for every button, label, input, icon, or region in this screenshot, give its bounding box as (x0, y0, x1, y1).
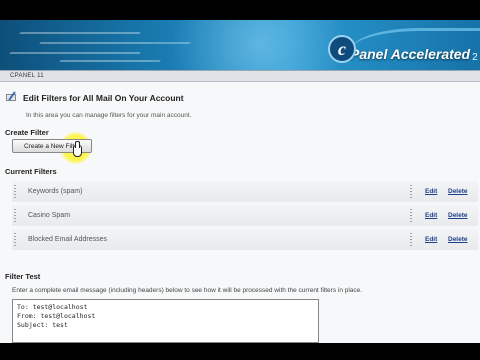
page-intro: In this area you can manage filters for … (26, 112, 192, 119)
filter-row: Blocked Email Addresses Edit Delete (12, 229, 478, 250)
drag-handle-icon[interactable] (410, 185, 412, 198)
filter-row: Casino Spam Edit Delete (12, 205, 478, 226)
cpanel-header-banner: c Panel Accelerated 2 (0, 20, 480, 70)
filter-test-message-input[interactable]: To: test@localhost From: test@localhost … (12, 299, 319, 343)
filter-test-heading: Filter Test (5, 272, 41, 281)
edit-filter-link[interactable]: Edit (425, 188, 437, 195)
create-filter-heading: Create Filter (5, 128, 49, 137)
delete-filter-link[interactable]: Delete (448, 236, 468, 243)
filter-name: Keywords (spam) (28, 188, 83, 195)
page-title: Edit Filters for All Mail On Your Accoun… (23, 92, 184, 103)
drag-handle-icon[interactable] (14, 185, 16, 198)
edit-filter-link[interactable]: Edit (425, 236, 437, 243)
filter-row: Keywords (spam) Edit Delete (12, 181, 478, 202)
breadcrumb: CPANEL 11 (0, 70, 480, 82)
drag-handle-icon[interactable] (410, 233, 412, 246)
filter-list: Keywords (spam) Edit Delete Casino Spam … (12, 181, 478, 253)
filter-name: Casino Spam (28, 212, 71, 219)
cpanel-logo-text: Panel Accelerated (350, 46, 471, 62)
main-content: Edit Filters for All Mail On Your Accoun… (0, 82, 480, 343)
mail-filter-icon (6, 91, 17, 103)
filter-name: Blocked Email Addresses (28, 236, 107, 243)
drag-handle-icon[interactable] (410, 209, 412, 222)
edit-filter-link[interactable]: Edit (425, 212, 437, 219)
filter-test-description: Enter a complete email message (includin… (12, 287, 363, 294)
pointer-hand-icon (73, 141, 82, 157)
cpanel-logo: c Panel Accelerated 2 (328, 32, 478, 66)
message-line: From: test@localhost (17, 312, 96, 320)
delete-filter-link[interactable]: Delete (448, 188, 468, 195)
current-filters-heading: Current Filters (5, 167, 57, 176)
message-line: To: test@localhost (17, 303, 88, 311)
video-letterbox-top (0, 0, 480, 20)
globe-graphic (150, 20, 350, 70)
cpanel-logo-version: 2 (472, 51, 478, 63)
delete-filter-link[interactable]: Delete (448, 212, 468, 219)
drag-handle-icon[interactable] (14, 233, 16, 246)
page-header: Edit Filters for All Mail On Your Accoun… (6, 91, 184, 103)
breadcrumb-home[interactable]: CPANEL 11 (10, 71, 44, 82)
message-line: Subject: test (17, 321, 68, 329)
video-letterbox-bottom (0, 343, 480, 360)
cpanel-logo-mark: c (328, 35, 356, 63)
drag-handle-icon[interactable] (14, 209, 16, 222)
